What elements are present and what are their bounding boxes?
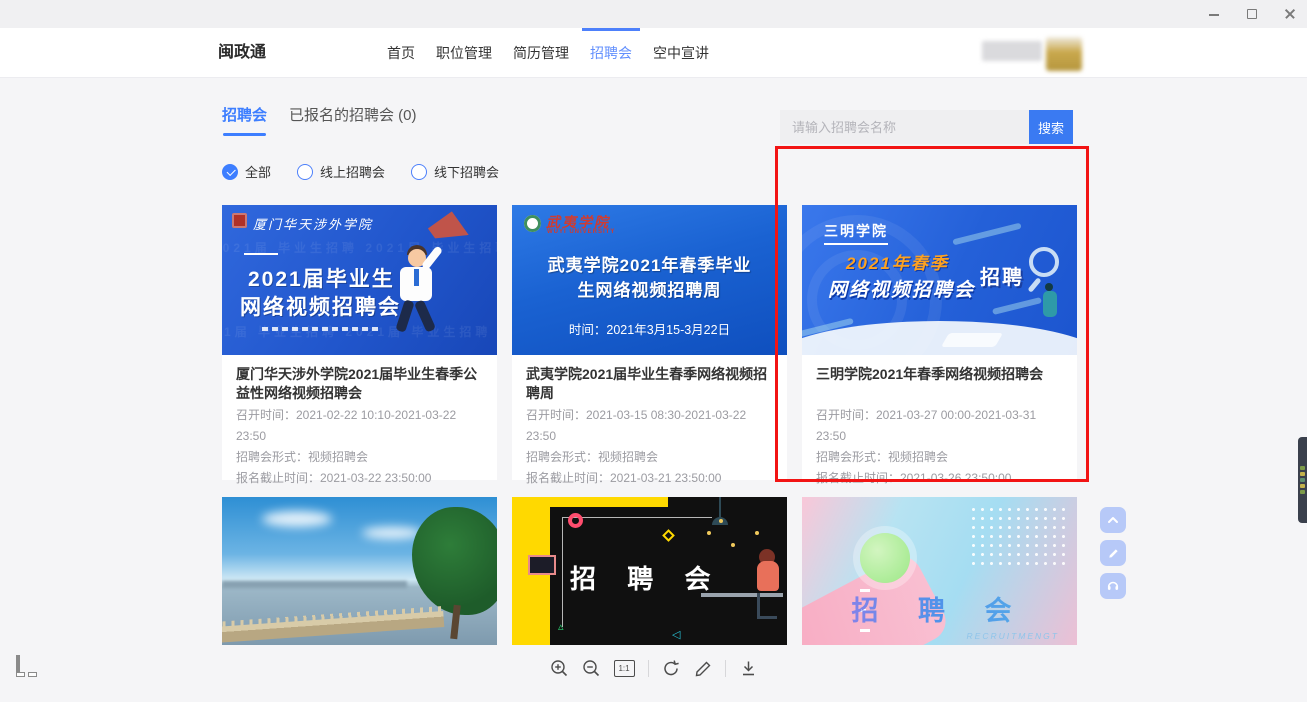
nav-item-air-talks[interactable]: 空中宣讲: [651, 28, 711, 78]
nav-item-home[interactable]: 首页: [385, 28, 417, 78]
fair-format: 招聘会形式：视频招聘会: [526, 447, 773, 468]
app-header: 闽政通 首页 职位管理 简历管理 招聘会 空中宣讲: [0, 28, 1307, 78]
window-titlebar: [0, 0, 1307, 28]
radio-checked-icon: [222, 164, 238, 180]
fair-type-filters: 全部 线上招聘会 线下招聘会: [222, 162, 499, 181]
magnifier-icon: [1029, 247, 1059, 277]
fair-card-pastel[interactable]: 招 聘 会 RECRUITMENGT: [802, 497, 1077, 647]
fair-deadline: 报名截止时间：2021-03-21 23:50:00: [526, 468, 773, 489]
scroll-to-top-button[interactable]: [1100, 507, 1126, 533]
close-icon[interactable]: [1283, 7, 1297, 21]
fair-deadline: 报名截止时间：2021-03-22 23:50:00: [236, 468, 483, 489]
rotate-icon[interactable]: [662, 659, 681, 678]
content-tabs: 招聘会 已报名的招聘会 (0): [222, 104, 417, 136]
customer-service-button[interactable]: [1100, 573, 1126, 599]
fair-open-time: 召开时间：2021-03-15 08:30-2021-03-22 23:50: [526, 405, 773, 447]
fair-open-time: 召开时间：2021-03-27 00:00-2021-03-31 23:50: [816, 405, 1063, 447]
tab-job-fairs[interactable]: 招聘会: [222, 104, 267, 136]
bridge-illustration: [222, 611, 444, 643]
zoom-in-icon[interactable]: [550, 659, 569, 678]
download-icon[interactable]: [739, 659, 758, 678]
nav-item-job-fairs[interactable]: 招聘会: [588, 28, 634, 78]
fair-banner-image: 三明学院 2021年春季 网络视频招聘会 招聘: [802, 205, 1077, 355]
nav-item-resumes[interactable]: 简历管理: [511, 28, 571, 78]
fair-title: 武夷学院2021届毕业生春季网络视频招聘周: [526, 365, 773, 405]
fair-open-time: 召开时间：2021-02-22 10:10-2021-03-22 23:50: [236, 405, 483, 447]
radio-icon: [297, 164, 313, 180]
zoom-out-icon[interactable]: [582, 659, 601, 678]
school-seal-icon: [232, 213, 247, 228]
nav-item-positions[interactable]: 职位管理: [434, 28, 494, 78]
fair-title: 厦门华天涉外学院2021届毕业生春季公益性网络视频招聘会: [236, 365, 483, 405]
computer-illustration: [528, 555, 556, 575]
view-toolbar: 1:1: [550, 659, 758, 678]
fair-format: 招聘会形式：视频招聘会: [816, 447, 1063, 468]
school-logo-icon: [524, 215, 541, 232]
bottom-bar: 1:1: [0, 645, 1307, 702]
main-nav: 首页 职位管理 简历管理 招聘会 空中宣讲: [385, 28, 711, 78]
toolbar-divider: [648, 660, 649, 677]
fair-card-black-yellow[interactable]: 招 聘 会 ▵ ◁: [512, 497, 787, 647]
user-profile[interactable]: [982, 28, 1082, 78]
screen-share-icon[interactable]: [16, 657, 38, 677]
fair-deadline: 报名截止时间：2021-03-26 23:50:00: [816, 468, 1063, 489]
chevron-up-icon: [1106, 513, 1120, 527]
avatar[interactable]: [1046, 37, 1082, 71]
fair-card-sanming[interactable]: 三明学院 2021年春季 网络视频招聘会 招聘 三明学院2021年春季网络视频招…: [802, 205, 1077, 480]
pencil-icon: [1107, 547, 1120, 560]
fair-card-photo[interactable]: [222, 497, 497, 647]
search-input[interactable]: [780, 110, 1029, 144]
side-panel-handle[interactable]: [1298, 437, 1307, 523]
minimize-icon[interactable]: [1207, 7, 1221, 21]
user-name-blurred: [982, 41, 1042, 61]
maximize-icon[interactable]: [1245, 7, 1259, 21]
tree-illustration: [412, 507, 497, 615]
person-illustration: [757, 561, 779, 591]
app-title: 闽政通: [218, 28, 266, 78]
actual-size-icon[interactable]: 1:1: [614, 660, 635, 677]
radio-icon: [411, 164, 427, 180]
tab-registered-fairs[interactable]: 已报名的招聘会 (0): [289, 104, 417, 136]
fair-banner-image: 武夷学院 WUYI UNIVERSITY 武夷学院2021年春季毕业 生网络视频…: [512, 205, 787, 355]
fair-format: 招聘会形式：视频招聘会: [236, 447, 483, 468]
toolbar-divider: [725, 660, 726, 677]
fair-title: 三明学院2021年春季网络视频招聘会: [816, 365, 1063, 405]
fair-card-wuyi[interactable]: 武夷学院 WUYI UNIVERSITY 武夷学院2021年春季毕业 生网络视频…: [512, 205, 787, 480]
fair-banner-image: 2021届 毕业生招聘 2021届 毕业生招聘 2021届 毕业生招聘 2021…: [222, 205, 497, 355]
filter-online[interactable]: 线上招聘会: [297, 162, 385, 181]
filter-offline[interactable]: 线下招聘会: [411, 162, 499, 181]
filter-all[interactable]: 全部: [222, 162, 271, 181]
headset-icon: [1106, 579, 1120, 593]
annotate-pencil-icon[interactable]: [694, 660, 712, 678]
search-box: 搜索: [780, 110, 1073, 144]
search-button[interactable]: 搜索: [1029, 110, 1073, 144]
fair-card-xiamen-huatian[interactable]: 2021届 毕业生招聘 2021届 毕业生招聘 2021届 毕业生招聘 2021…: [222, 205, 497, 480]
edit-fab-button[interactable]: [1100, 540, 1126, 566]
